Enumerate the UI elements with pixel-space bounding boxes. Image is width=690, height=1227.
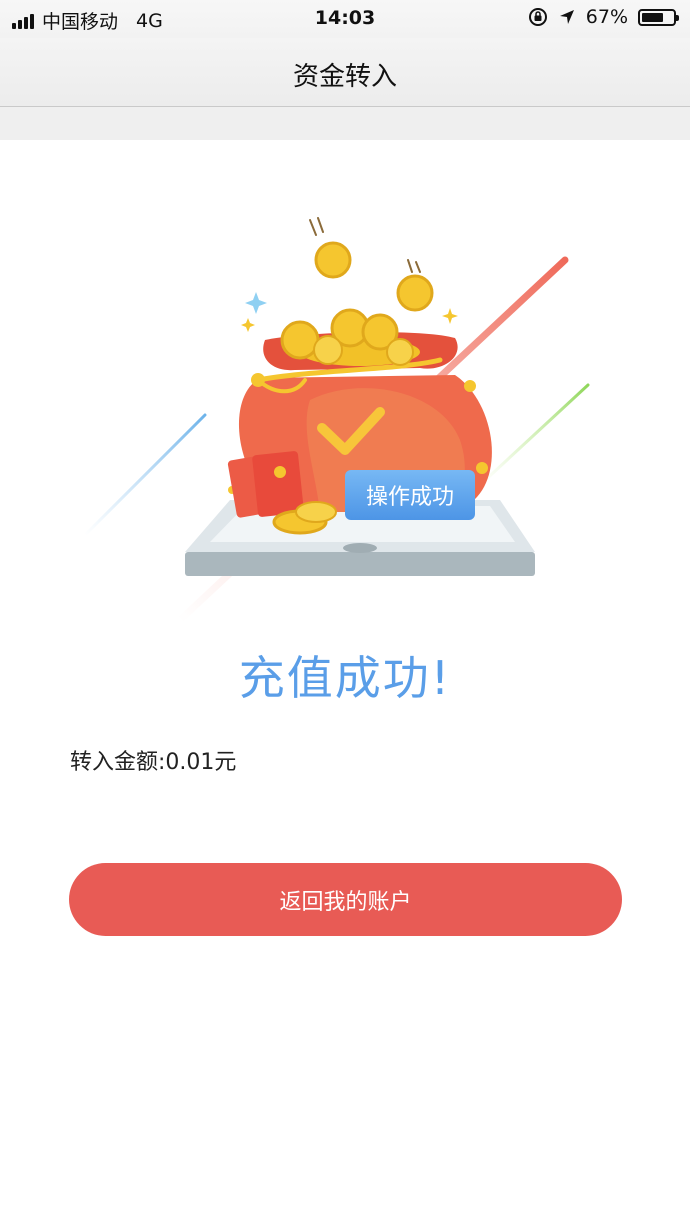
status-right: 67% (528, 6, 679, 28)
sparkle-dot (464, 380, 476, 392)
status-bar: 中国移动 4G 14:03 67% (0, 0, 690, 38)
amount-row: 转入金额:0.01元 (70, 744, 236, 776)
location-arrow-icon (559, 10, 574, 24)
battery-fill (642, 12, 663, 22)
nav-bar: 资金转入 (0, 38, 690, 107)
sparkle-icon (241, 318, 255, 332)
amount-label: 转入金额: (70, 750, 166, 775)
section-divider (0, 107, 690, 140)
sparkle-dot (476, 462, 488, 474)
success-illustration: 操作成功 (83, 217, 590, 624)
orientation-lock-icon (528, 8, 547, 26)
page-title: 资金转入 (292, 62, 397, 92)
amount-value: 0.01元 (165, 750, 237, 775)
coin-icon (396, 274, 434, 312)
return-to-account-button[interactable]: 返回我的账户 (69, 863, 622, 936)
battery-percent: 67% (585, 6, 628, 28)
red-envelope-icon (227, 451, 304, 518)
success-badge-label: 操作成功 (366, 485, 454, 510)
sparkle-icon (245, 292, 267, 314)
success-title: 充值成功! (238, 651, 452, 705)
streak-green (478, 383, 590, 487)
sparkle-icon (442, 308, 458, 324)
streak-blue (83, 413, 207, 537)
coin-icon (295, 501, 337, 523)
battery-icon (638, 8, 679, 26)
coin-icon (314, 241, 352, 279)
